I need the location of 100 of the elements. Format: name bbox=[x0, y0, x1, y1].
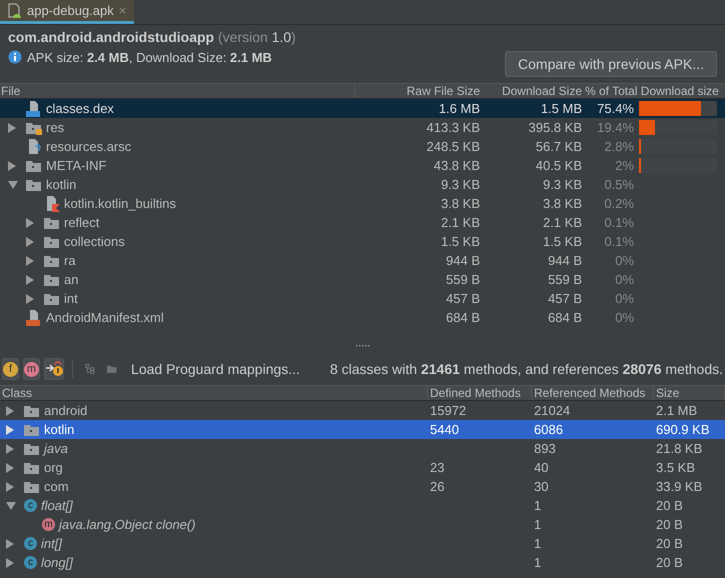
file-tab[interactable]: app-debug.apk × bbox=[0, 0, 134, 24]
size-cell-text: 2.1 MB bbox=[655, 403, 698, 418]
file-row[interactable]: resources.arsc 248.5 KB 56.7 KB 2.8% bbox=[0, 137, 725, 156]
percent-cell-text: 0.1% bbox=[603, 215, 635, 230]
size-cell-text: 33.9 KB bbox=[655, 479, 704, 494]
raw-size-cell-text: 1.5 KB bbox=[440, 234, 481, 249]
expand-arrow-icon[interactable] bbox=[8, 160, 16, 170]
splitter-grip-icon[interactable] bbox=[356, 344, 370, 348]
class-row[interactable]: org 23 40 3.5 KB bbox=[0, 458, 725, 477]
expand-arrow-icon[interactable] bbox=[6, 502, 16, 510]
download-size-cell-text: 2.1 KB bbox=[542, 215, 583, 230]
referenced-methods-cell-text: 1 bbox=[533, 517, 542, 532]
file-row[interactable]: META-INF 43.8 KB 40.5 KB 2% bbox=[0, 156, 725, 175]
class-row[interactable]: java 893 21.8 KB bbox=[0, 439, 725, 458]
file-row[interactable]: classes.dex 1.6 MB 1.5 MB 75.4% bbox=[0, 99, 725, 118]
class-icon: c bbox=[24, 499, 37, 512]
percent-cell-text: 2% bbox=[614, 158, 635, 173]
column-header[interactable]: Defined Methods bbox=[428, 386, 532, 400]
file-row[interactable]: collections 1.5 KB 1.5 KB 0.1% bbox=[0, 232, 725, 251]
file-row[interactable]: ra 944 B 944 B 0% bbox=[0, 251, 725, 270]
referenced-methods-cell-text: 40 bbox=[533, 460, 550, 475]
class-row[interactable]: kotlin 5440 6086 690.9 KB bbox=[0, 420, 725, 439]
dex-file-icon bbox=[26, 100, 42, 116]
file-name: an bbox=[64, 272, 78, 287]
expand-arrow-icon[interactable] bbox=[6, 482, 14, 492]
column-header[interactable]: Referenced Methods bbox=[532, 386, 654, 400]
percent-cell-text: 0.1% bbox=[603, 234, 635, 249]
download-size-cell-text: 457 B bbox=[547, 291, 583, 306]
download-size-cell-text: 3.8 KB bbox=[542, 196, 583, 211]
expand-arrow-icon[interactable] bbox=[26, 274, 34, 284]
raw-size-cell-text: 457 B bbox=[445, 291, 481, 306]
file-row[interactable]: reflect 2.1 KB 2.1 KB 0.1% bbox=[0, 213, 725, 232]
download-size-cell-text: 559 B bbox=[547, 272, 583, 287]
column-header[interactable]: Download Size bbox=[483, 84, 585, 98]
defined-methods-cell-text: 23 bbox=[429, 460, 446, 475]
class-row[interactable]: m java.lang.Object clone() 1 20 B bbox=[0, 515, 725, 534]
referenced-methods-cell-text: 1 bbox=[533, 498, 542, 513]
file-name: int bbox=[64, 291, 78, 306]
percent-cell-text: 0.2% bbox=[603, 196, 635, 211]
file-row[interactable]: res 413.3 KB 395.8 KB 19.4% bbox=[0, 118, 725, 137]
apk-size-text: APK size: 2.4 MB, Download Size: 2.1 MB bbox=[27, 50, 272, 64]
package-title: com.android.androidstudioapp (version 1.0) bbox=[8, 29, 297, 47]
file-row[interactable]: kotlin 9.3 KB 9.3 KB 0.5% bbox=[0, 175, 725, 194]
download-size-cell-text: 1.5 MB bbox=[540, 101, 583, 116]
expand-arrow-icon[interactable] bbox=[6, 558, 14, 568]
expand-arrow-icon[interactable] bbox=[6, 444, 14, 454]
expand-arrow-icon[interactable] bbox=[26, 236, 34, 246]
expand-arrow-icon[interactable] bbox=[26, 218, 34, 228]
folder-icon bbox=[44, 254, 60, 268]
column-header[interactable]: % of Total Download size bbox=[585, 84, 725, 98]
file-row[interactable]: an 559 B 559 B 0% bbox=[0, 270, 725, 289]
column-header[interactable]: Size bbox=[654, 386, 725, 400]
info-icon bbox=[8, 50, 22, 64]
class-row[interactable]: c float[] 1 20 B bbox=[0, 496, 725, 515]
percent-cell-text: 75.4% bbox=[596, 101, 635, 116]
download-size-cell-text: 40.5 KB bbox=[534, 158, 583, 173]
percent-cell-text: 0.5% bbox=[603, 177, 635, 192]
xml-file-icon bbox=[26, 310, 42, 326]
column-header[interactable]: Raw File Size bbox=[355, 84, 483, 98]
class-row[interactable]: com 26 30 33.9 KB bbox=[0, 477, 725, 496]
referenced-methods-cell-text: 1 bbox=[533, 536, 542, 551]
kotlin-file-icon bbox=[44, 196, 60, 212]
folder-icon bbox=[26, 120, 42, 134]
size-cell-text: 20 B bbox=[655, 555, 684, 570]
file-name: reflect bbox=[64, 215, 100, 230]
file-row[interactable]: kotlin.kotlin_builtins 3.8 KB 3.8 KB 0.2% bbox=[0, 194, 725, 213]
tree-view-icon[interactable] bbox=[84, 361, 95, 377]
size-cell-text: 20 B bbox=[655, 498, 684, 513]
column-header[interactable]: Class bbox=[0, 386, 428, 400]
raw-size-cell-text: 3.8 KB bbox=[440, 196, 481, 211]
column-header[interactable]: File bbox=[0, 84, 355, 98]
size-cell-text: 3.5 KB bbox=[655, 460, 696, 475]
file-name: AndroidManifest.xml bbox=[46, 310, 164, 325]
percent-cell-text: 0% bbox=[614, 272, 635, 287]
expand-arrow-icon[interactable] bbox=[8, 180, 18, 188]
folder-icon bbox=[26, 158, 42, 172]
expand-arrow-icon[interactable] bbox=[26, 256, 34, 266]
file-name: res bbox=[46, 120, 64, 135]
referenced-methods-cell-text: 21024 bbox=[533, 403, 572, 418]
file-row[interactable]: int 457 B 457 B 0% bbox=[0, 289, 725, 308]
expand-arrow-icon[interactable] bbox=[8, 122, 16, 132]
file-name: ra bbox=[64, 253, 76, 268]
class-row[interactable]: c long[] 1 20 B bbox=[0, 553, 725, 572]
file-row[interactable]: AndroidManifest.xml 684 B 684 B 0% bbox=[0, 308, 725, 327]
class-name: android bbox=[44, 403, 88, 418]
filter-toggle-button[interactable] bbox=[44, 358, 64, 380]
expand-arrow-icon[interactable] bbox=[6, 538, 14, 548]
folder-icon bbox=[26, 178, 42, 192]
file-name: classes.dex bbox=[46, 101, 114, 116]
class-name: java bbox=[44, 441, 68, 456]
expand-arrow-icon[interactable] bbox=[6, 462, 14, 472]
class-row[interactable]: c int[] 1 20 B bbox=[0, 534, 725, 553]
folder-icon bbox=[24, 460, 40, 474]
defined-methods-cell-text: 5440 bbox=[429, 422, 460, 437]
filter-toggle-button[interactable]: m bbox=[23, 358, 40, 380]
filter-toggle-button[interactable]: f bbox=[2, 358, 19, 380]
referenced-methods-cell-text: 893 bbox=[533, 441, 557, 456]
class-icon: c bbox=[24, 556, 37, 569]
load-proguard-link[interactable]: Load Proguard mappings... bbox=[131, 361, 300, 377]
compare-button[interactable]: Compare with previous APK... bbox=[505, 51, 717, 77]
